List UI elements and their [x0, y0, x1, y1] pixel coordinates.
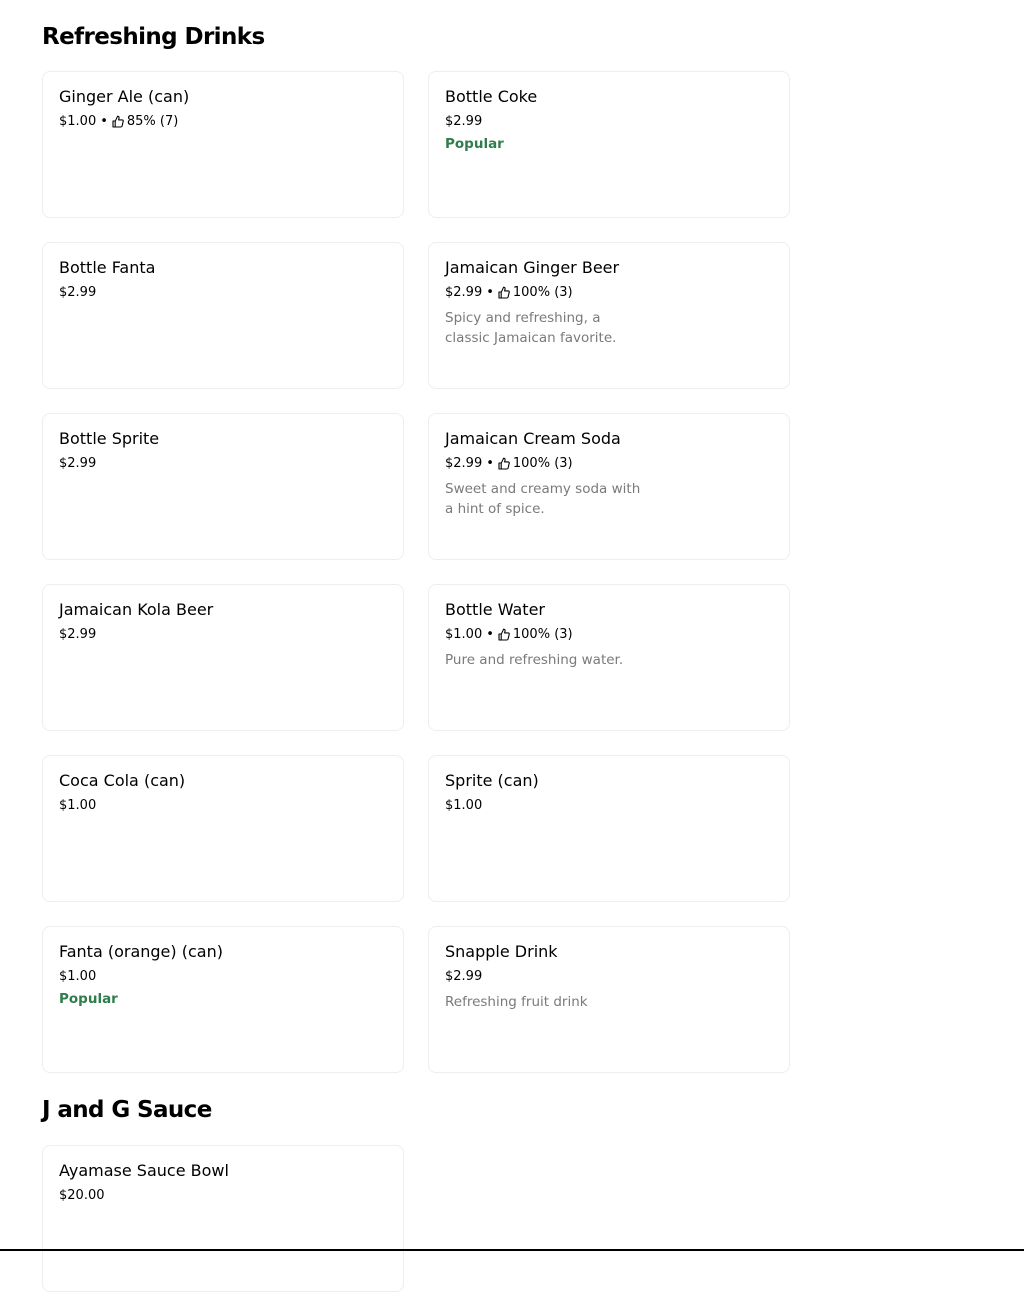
menu-item-card-ayamase-sauce-bowl[interactable]: Ayamase Sauce Bowl $20.00	[42, 1145, 404, 1292]
item-price: $2.99	[445, 456, 483, 471]
item-price: $2.99	[445, 285, 483, 300]
menu-item-card-jamaican-ginger-beer[interactable]: Jamaican Ginger Beer $2.99 • 100% (3) Sp…	[428, 242, 790, 389]
item-price: $1.00	[445, 627, 483, 642]
meta-separator: •	[486, 285, 494, 300]
item-meta: $2.99	[59, 627, 96, 642]
menu-item-card-snapple-drink[interactable]: Snapple Drink $2.99 Refreshing fruit dri…	[428, 926, 790, 1073]
item-description: Spicy and refreshing, a classic Jamaican…	[445, 310, 617, 346]
item-rating: 85% (7)	[126, 114, 179, 129]
thumbs-up-icon	[112, 115, 124, 128]
item-name: Jamaican Cream Soda	[445, 429, 621, 448]
menu-item-card-fanta-orange-can[interactable]: Fanta (orange) (can) $1.00 Popular	[42, 926, 404, 1073]
item-meta: $2.99	[445, 969, 482, 984]
item-meta: $1.00	[59, 798, 96, 813]
item-meta: $1.00	[59, 969, 96, 984]
item-meta: $1.00 • 100% (3)	[445, 627, 573, 642]
item-meta: $2.99 • 100% (3)	[445, 456, 573, 471]
item-name: Jamaican Kola Beer	[59, 600, 214, 619]
item-name: Ayamase Sauce Bowl	[59, 1161, 229, 1180]
menu-item-card-bottle-coke[interactable]: Bottle Coke $2.99 Popular	[428, 71, 790, 218]
item-name: Bottle Sprite	[59, 429, 160, 448]
popular-badge: Popular	[59, 991, 118, 1007]
item-meta: $1.00	[445, 798, 482, 813]
item-price: $1.00	[59, 798, 97, 813]
popular-badge: Popular	[445, 136, 504, 152]
item-name: Fanta (orange) (can)	[59, 942, 223, 961]
item-name: Bottle Fanta	[59, 258, 156, 277]
meta-separator: •	[486, 627, 494, 642]
item-meta: $1.00 • 85% (7)	[59, 114, 178, 129]
section-title-refreshing-drinks: Refreshing Drinks	[42, 24, 265, 50]
item-rating: 100% (3)	[512, 627, 573, 642]
item-name: Snapple Drink	[445, 942, 558, 961]
menu-item-card-bottle-fanta[interactable]: Bottle Fanta $2.99	[42, 242, 404, 389]
item-description: Sweet and creamy soda with a hint of spi…	[445, 481, 641, 517]
item-description: Refreshing fruit drink	[445, 994, 588, 1010]
item-price: $1.00	[445, 798, 483, 813]
item-name: Sprite (can)	[445, 771, 539, 790]
item-price: $2.99	[59, 456, 97, 471]
thumbs-up-icon	[498, 457, 510, 470]
item-price: $2.99	[445, 114, 483, 129]
item-price: $2.99	[59, 627, 97, 642]
meta-separator: •	[100, 114, 108, 129]
menu-item-card-sprite-can[interactable]: Sprite (can) $1.00	[428, 755, 790, 902]
menu-item-card-jamaican-cream-soda[interactable]: Jamaican Cream Soda $2.99 • 100% (3) Swe…	[428, 413, 790, 560]
item-name: Bottle Coke	[445, 87, 538, 106]
item-description: Pure and refreshing water.	[445, 652, 624, 668]
item-meta: $20.00	[59, 1188, 105, 1203]
thumbs-up-icon	[498, 286, 510, 299]
item-rating: 100% (3)	[512, 456, 573, 471]
item-meta: $2.99	[445, 114, 482, 129]
meta-separator: •	[486, 456, 494, 471]
item-price: $2.99	[59, 285, 97, 300]
item-meta: $2.99	[59, 456, 96, 471]
item-price: $20.00	[59, 1188, 105, 1203]
section-title-j-and-g-sauce: J and G Sauce	[42, 1097, 212, 1123]
menu-item-card-jamaican-kola-beer[interactable]: Jamaican Kola Beer $2.99	[42, 584, 404, 731]
item-rating: 100% (3)	[512, 285, 573, 300]
thumbs-up-icon	[498, 628, 510, 641]
item-price: $1.00	[59, 114, 97, 129]
menu-item-card-ginger-ale[interactable]: Ginger Ale (can) $1.00 • 85% (7)	[42, 71, 404, 218]
item-meta: $2.99	[59, 285, 96, 300]
item-name: Jamaican Ginger Beer	[445, 258, 620, 277]
item-meta: $2.99 • 100% (3)	[445, 285, 573, 300]
menu-item-card-bottle-water[interactable]: Bottle Water $1.00 • 100% (3) Pure and r…	[428, 584, 790, 731]
item-price: $2.99	[445, 969, 483, 984]
item-name: Coca Cola (can)	[59, 771, 186, 790]
item-name: Bottle Water	[445, 600, 545, 619]
item-name: Ginger Ale (can)	[59, 87, 190, 106]
item-price: $1.00	[59, 969, 97, 984]
menu-item-card-coca-cola-can[interactable]: Coca Cola (can) $1.00	[42, 755, 404, 902]
menu-item-card-bottle-sprite[interactable]: Bottle Sprite $2.99	[42, 413, 404, 560]
